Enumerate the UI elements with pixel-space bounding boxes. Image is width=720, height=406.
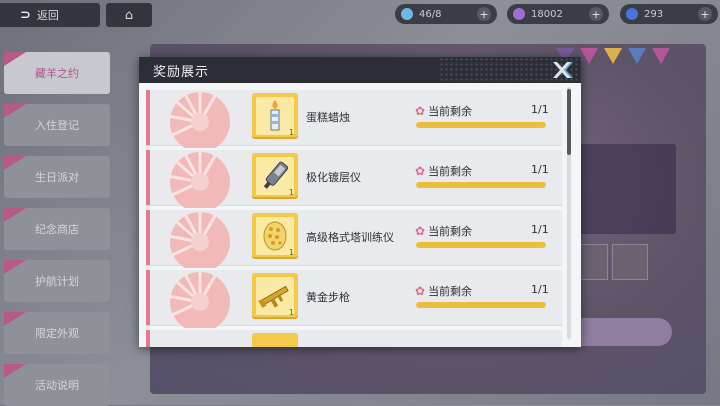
reward-item-icon-box[interactable]: 1 [252,93,298,139]
back-label: 返回 [36,9,59,22]
top-bar: ⊃ 返回 ⌂ 46/8 + 18002 + 293 + [0,0,720,30]
sidebar-item-label: 藏羊之约 [35,67,79,80]
remaining-progress-bar [416,302,546,308]
remaining-label: ✿ 当前剩余 [415,284,473,298]
reward-row: 1 蛋糕蜡烛 ✿ 当前剩余 1/1 [146,90,562,148]
sidebar-item-5[interactable]: 限定外观 [4,312,110,354]
home-button[interactable]: ⌂ [106,3,152,27]
remaining-count: 1/1 [531,163,549,176]
reward-item-icon-box[interactable]: 1 [252,153,298,199]
crystal-icon [513,8,525,20]
add-crystal-button[interactable]: + [589,7,603,21]
sidebar-item-6[interactable]: 活动说明 [4,364,110,406]
fan-decoration-icon [167,91,230,148]
flower-icon: ✿ [415,104,426,118]
modal-title: 奖励展示 [153,64,210,80]
resource-value: 18002 [531,8,563,20]
remaining-progress-bar [416,122,546,128]
flower-icon: ✿ [415,284,426,298]
sidebar-item-0[interactable]: 藏羊之约 [4,52,110,94]
coin-icon [626,8,638,20]
resource-value: 293 [644,8,664,20]
close-x-icon [553,62,573,78]
modal-header: 奖励展示 [139,57,581,83]
polarizer-icon [263,161,289,189]
remaining-count: 1/1 [531,283,549,296]
gestalt-trainer-icon [263,221,287,251]
resource-crystal: 18002 + [507,4,609,24]
reward-row: 1 极化镀层仪 ✿ 当前剩余 1/1 [146,150,562,208]
reward-item-icon-box[interactable]: 1 [252,273,298,319]
fan-decoration-icon [167,211,230,268]
remaining-label: ✿ 当前剩余 [415,104,473,118]
fan-decoration-icon [167,151,230,208]
reward-name: 黄金步枪 [306,291,350,304]
reward-slot[interactable] [612,244,648,280]
remaining-label: ✿ 当前剩余 [415,164,473,178]
candle-icon [270,100,280,131]
sidebar-item-label: 护航计划 [35,275,79,288]
reward-name: 蛋糕蜡烛 [306,111,350,124]
item-quantity: 1 [288,128,294,137]
remaining-count: 1/1 [531,223,549,236]
reward-row-partial [146,330,562,347]
stamina-icon [401,8,413,20]
sidebar-item-label: 活动说明 [35,379,79,392]
reward-row: 1 黄金步枪 ✿ 当前剩余 1/1 [146,270,562,328]
sidebar-item-3[interactable]: 纪念商店 [4,208,110,250]
fan-decoration-icon [167,271,230,328]
scrollbar-thumb[interactable] [567,89,571,155]
remaining-label: ✿ 当前剩余 [415,224,473,238]
resource-stamina: 46/8 + [395,4,497,24]
remaining-count: 1/1 [531,103,549,116]
reward-list[interactable]: 1 蛋糕蜡烛 ✿ 当前剩余 1/1 1 极化镀层仪 ✿ 当前剩余 1/1 1 高… [146,90,562,347]
home-icon: ⌂ [124,7,134,23]
reward-name: 高级格式塔训练仪 [306,231,394,244]
sidebar-item-1[interactable]: 入住登记 [4,104,110,146]
flower-icon: ✿ [415,224,426,238]
close-button[interactable] [549,58,575,82]
sidebar-item-label: 限定外观 [35,327,79,340]
reward-row: 1 高级格式塔训练仪 ✿ 当前剩余 1/1 [146,210,562,268]
sidebar-item-2[interactable]: 生日派对 [4,156,110,198]
flower-icon: ✿ [415,164,426,178]
add-coin-button[interactable]: + [698,7,712,21]
event-info-panel [566,144,676,234]
resource-value: 46/8 [419,8,442,20]
item-quantity: 1 [288,308,294,317]
golden-rifle-icon [258,285,289,308]
remaining-progress-bar [416,242,546,248]
sidebar-item-4[interactable]: 护航计划 [4,260,110,302]
reward-name: 极化镀层仪 [306,171,361,184]
reward-item-icon-box[interactable] [252,333,298,347]
sidebar-item-label: 纪念商店 [35,223,79,236]
sidebar-item-label: 生日派对 [35,171,79,184]
sidebar-item-label: 入住登记 [35,119,79,132]
remaining-progress-bar [416,182,546,188]
item-quantity: 1 [288,188,294,197]
reward-item-icon-box[interactable]: 1 [252,213,298,259]
scrollbar[interactable] [567,87,571,339]
resource-coin: 293 + [620,4,718,24]
reward-display-modal: 奖励展示 1 蛋糕蜡烛 ✿ 当前剩余 1/1 1 极化镀层仪 ✿ 当前剩余 1/… [139,57,581,347]
back-button[interactable]: ⊃ 返回 [0,3,100,27]
item-quantity: 1 [288,248,294,257]
add-stamina-button[interactable]: + [477,7,491,21]
back-arrow-icon: ⊃ [20,7,31,23]
